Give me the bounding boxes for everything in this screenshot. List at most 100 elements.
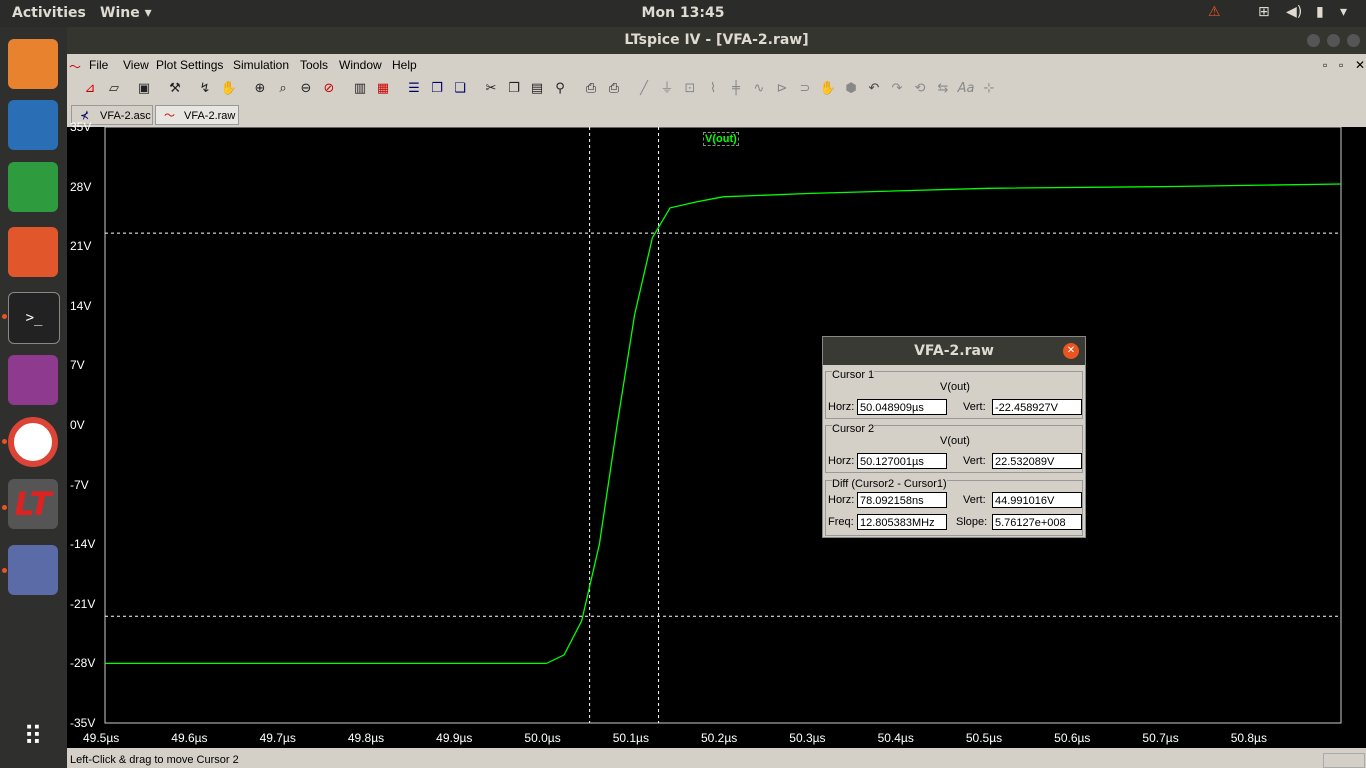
- menu-file[interactable]: File: [89, 58, 108, 72]
- undo-icon[interactable]: ↶: [865, 80, 883, 98]
- fit-icon[interactable]: ▦: [374, 80, 392, 98]
- resistor-icon[interactable]: ⌇: [704, 80, 722, 98]
- x-tick-label: 50.4µs: [877, 731, 914, 745]
- diff-label: Diff (Cursor2 - Cursor1): [832, 478, 947, 490]
- control-panel-icon[interactable]: ⚒: [166, 80, 184, 98]
- waveform-plot[interactable]: V(out) 35V 28V 21V 14V 7V 0V -7V -14V -21V -28V -3…: [67, 120, 1366, 748]
- dialog-title: VFA-2.raw: [914, 343, 994, 359]
- autorange-icon[interactable]: ▥: [351, 80, 369, 98]
- diff-slope-field[interactable]: 5.76127e+008: [992, 514, 1082, 530]
- calc-icon[interactable]: [8, 162, 58, 212]
- x-tick-label: 50.8µs: [1230, 731, 1267, 745]
- ltspice-icon[interactable]: LT: [8, 479, 58, 529]
- cursor2-group: Cursor 2 V(out) Horz: 50.127001µs Vert: …: [825, 423, 1083, 473]
- open-icon[interactable]: ▱: [105, 80, 123, 98]
- chrome-icon[interactable]: [8, 417, 58, 467]
- software-center-icon[interactable]: [8, 227, 58, 277]
- dialog-titlebar: VFA-2.raw ✕: [823, 337, 1085, 365]
- spice-directive-icon[interactable]: ⊹: [980, 80, 998, 98]
- battery-icon[interactable]: ▮: [1316, 4, 1324, 20]
- find-icon[interactable]: ⚲: [551, 80, 569, 98]
- zoom-out-icon[interactable]: ⊖: [297, 80, 315, 98]
- wire-icon[interactable]: ╱: [635, 80, 653, 98]
- x-tick-label: 50.7µs: [1142, 731, 1179, 745]
- capacitor-icon[interactable]: ╪: [727, 80, 745, 98]
- cursor2-vert-field[interactable]: 22.532089V: [992, 453, 1082, 469]
- diff-vert-field[interactable]: 44.991016V: [992, 492, 1082, 508]
- cursor1-horz-field[interactable]: 50.048909µs: [857, 399, 947, 415]
- cursor1-vert-field[interactable]: -22.458927V: [992, 399, 1082, 415]
- menu-plot-settings[interactable]: Plot Settings: [156, 58, 223, 72]
- redo-icon[interactable]: ↷: [888, 80, 906, 98]
- tile-vertical-icon[interactable]: ❏: [451, 80, 469, 98]
- label-icon[interactable]: ⊡: [681, 80, 699, 98]
- diode-icon[interactable]: ⊳: [773, 80, 791, 98]
- files-icon[interactable]: [8, 39, 58, 89]
- close-icon[interactable]: [1347, 34, 1360, 47]
- zoom-cancel-icon[interactable]: ⊘: [320, 80, 338, 98]
- writer-icon[interactable]: [8, 100, 58, 150]
- x-tick-label: 50.6µs: [1054, 731, 1091, 745]
- cursor2-trace: V(out): [940, 435, 970, 447]
- cursor2-label: Cursor 2: [832, 423, 875, 435]
- terminal-icon[interactable]: >_: [8, 292, 60, 344]
- component-icon[interactable]: ⊃: [796, 80, 814, 98]
- tab-schematic-label: VFA-2.asc: [100, 110, 151, 122]
- dialog-close-icon[interactable]: ✕: [1063, 343, 1079, 359]
- trace-label[interactable]: V(out): [703, 132, 739, 146]
- menu-window[interactable]: Window: [339, 58, 382, 72]
- show-apps-icon[interactable]: ⠿: [8, 712, 58, 762]
- tile-horizontal-icon[interactable]: ☰: [405, 80, 423, 98]
- diff-horz-field[interactable]: 78.092158ns: [857, 492, 947, 508]
- y-tick-label: 7V: [70, 358, 85, 373]
- menu-view[interactable]: View: [123, 58, 149, 72]
- cursor2-horz-field[interactable]: 50.127001µs: [857, 453, 947, 469]
- inductor-icon[interactable]: ∿: [750, 80, 768, 98]
- paste-icon[interactable]: ▤: [528, 80, 546, 98]
- x-tick-label: 49.6µs: [171, 731, 208, 745]
- warning-icon[interactable]: ⚠: [1208, 4, 1221, 20]
- print-icon[interactable]: ⎙: [605, 80, 623, 98]
- clock[interactable]: Mon 13:45: [0, 5, 1366, 21]
- y-tick-label: 21V: [70, 239, 92, 254]
- new-schematic-icon[interactable]: ⊿: [81, 80, 99, 98]
- move-icon[interactable]: ✋: [819, 80, 837, 98]
- tab-waveform-label: VFA-2.raw: [184, 110, 236, 122]
- mirror-icon[interactable]: ⇆: [934, 80, 952, 98]
- pan-icon[interactable]: ✋: [220, 80, 238, 98]
- network-icon[interactable]: ⊞: [1258, 4, 1270, 20]
- status-panel: [1323, 753, 1365, 768]
- y-tick-label: -21V: [70, 596, 96, 611]
- save-icon[interactable]: ▣: [135, 80, 153, 98]
- diff-freq-field[interactable]: 12.805383MHz: [857, 514, 947, 530]
- volume-icon[interactable]: ◀): [1286, 4, 1302, 20]
- run-icon[interactable]: ↯: [196, 80, 214, 98]
- minimize-icon[interactable]: [1307, 34, 1320, 47]
- cut-icon[interactable]: ✂: [482, 80, 500, 98]
- zoom-icon[interactable]: ⌕: [274, 80, 292, 98]
- dock: >_ LT ⠿: [0, 27, 67, 768]
- mdi-close-icon[interactable]: ✕: [1355, 58, 1365, 72]
- drag-icon[interactable]: ⬢: [842, 80, 860, 98]
- menu-tools[interactable]: Tools: [300, 58, 328, 72]
- plot-canvas[interactable]: [67, 127, 1366, 748]
- mdi-minimize-icon[interactable]: ▫: [1323, 58, 1327, 72]
- x-tick-label: 49.8µs: [347, 731, 385, 745]
- ground-icon[interactable]: ⏚: [658, 80, 676, 98]
- rotate-icon[interactable]: ⟲: [911, 80, 929, 98]
- diff-freq-label: Freq:: [828, 516, 854, 528]
- cursor1-horz-label: Horz:: [828, 401, 855, 413]
- print-setup-icon[interactable]: ⎙: [582, 80, 600, 98]
- copy-icon[interactable]: ❐: [505, 80, 523, 98]
- zoom-in-icon[interactable]: ⊕: [251, 80, 269, 98]
- menu-help[interactable]: Help: [392, 58, 417, 72]
- mdi-restore-icon[interactable]: ▫: [1339, 58, 1343, 72]
- tab-waveform[interactable]: 〜 VFA-2.raw: [155, 105, 239, 125]
- system-menu-icon[interactable]: ▾: [1340, 4, 1347, 20]
- chat-icon[interactable]: [8, 355, 58, 405]
- maximize-icon[interactable]: [1327, 34, 1340, 47]
- screenshot-icon[interactable]: [8, 545, 58, 595]
- menu-simulation[interactable]: Simulation: [233, 58, 289, 72]
- cascade-icon[interactable]: ❐: [428, 80, 446, 98]
- text-icon[interactable]: Aa: [957, 80, 975, 98]
